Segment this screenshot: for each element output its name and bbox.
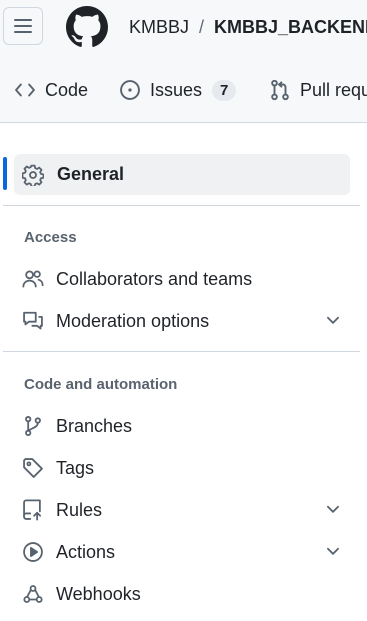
git-pull-request-icon	[271, 79, 289, 101]
webhook-icon	[22, 583, 44, 605]
sidebar-item-branches[interactable]: Branches	[14, 408, 350, 444]
gear-icon	[22, 164, 44, 186]
sidebar-item-collaborators-label: Collaborators and teams	[56, 268, 253, 289]
tag-icon	[22, 457, 44, 479]
repo-header: KMBBJ / KMBBJ_BACKEND Code Issues 7 Pull r…	[0, 0, 367, 123]
sidebar-item-general[interactable]: General	[14, 154, 350, 195]
breadcrumb-separator: /	[199, 17, 205, 37]
divider	[3, 351, 360, 352]
tab-issues[interactable]: Issues 7	[119, 70, 237, 110]
selected-indicator	[3, 157, 7, 190]
sidebar-item-tags[interactable]: Tags	[14, 450, 350, 486]
hamburger-menu-button[interactable]	[3, 7, 43, 45]
sidebar-item-general-label: General	[57, 164, 125, 184]
tab-issues-label: Issues	[150, 79, 203, 100]
divider	[3, 205, 360, 206]
issues-count-badge: 7	[212, 79, 237, 101]
sidebar-item-actions-label: Actions	[56, 541, 116, 562]
repo-owner-link[interactable]: KMBBJ	[129, 17, 189, 37]
section-title-code-automation: Code and automation	[24, 376, 178, 393]
tab-code[interactable]: Code	[14, 70, 88, 110]
sidebar-item-moderation-label: Moderation options	[56, 310, 210, 331]
comment-discussion-icon	[22, 310, 44, 332]
issue-opened-icon	[120, 80, 140, 100]
section-title-access: Access	[24, 229, 77, 246]
repo-tabs: Code Issues 7 Pull requ	[0, 70, 367, 110]
chevron-down-icon[interactable]	[324, 500, 342, 518]
code-icon	[15, 83, 35, 97]
git-branch-icon	[22, 415, 44, 437]
play-icon	[22, 541, 44, 563]
sidebar-item-webhooks-label: Webhooks	[56, 583, 141, 604]
sidebar-item-rules[interactable]: Rules	[14, 492, 350, 528]
github-logo-icon[interactable]	[66, 6, 108, 48]
tab-pull-requests-label: Pull requ	[300, 79, 367, 100]
three-bars-icon	[14, 19, 32, 33]
sidebar-item-actions[interactable]: Actions	[14, 534, 350, 570]
sidebar-item-rules-label: Rules	[56, 499, 103, 520]
chevron-down-icon[interactable]	[324, 311, 342, 329]
sidebar-item-collaborators[interactable]: Collaborators and teams	[14, 261, 350, 297]
chevron-down-icon[interactable]	[324, 542, 342, 560]
sidebar-item-tags-label: Tags	[56, 457, 95, 478]
sidebar-item-moderation[interactable]: Moderation options	[14, 303, 350, 339]
tab-pull-requests[interactable]: Pull requ	[269, 70, 367, 110]
sidebar-item-branches-label: Branches	[56, 415, 133, 436]
people-icon	[22, 268, 44, 290]
repo-push-icon	[22, 499, 44, 521]
repo-name-link[interactable]: KMBBJ_BACKEND	[214, 17, 367, 37]
tab-code-label: Code	[45, 79, 89, 100]
sidebar-item-webhooks[interactable]: Webhooks	[14, 576, 350, 612]
breadcrumb: KMBBJ / KMBBJ_BACKEND	[129, 17, 367, 38]
